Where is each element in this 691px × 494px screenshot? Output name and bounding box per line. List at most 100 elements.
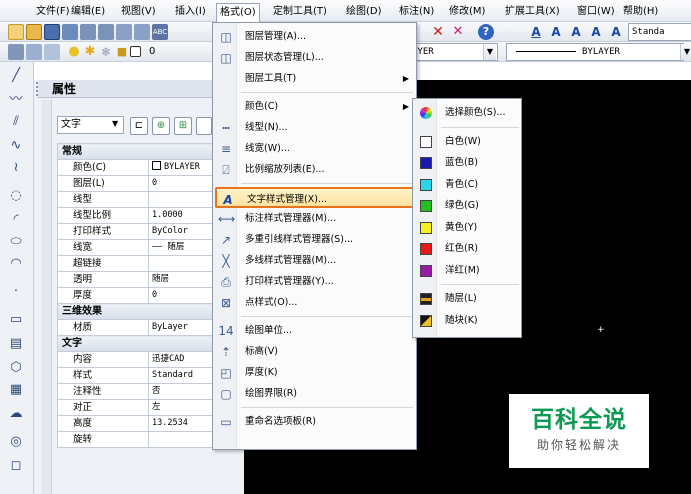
hatch-icon[interactable]: ▤ xyxy=(6,336,26,352)
scale-text-icon[interactable]: A xyxy=(608,24,624,40)
menu-item-7[interactable]: 标注(N) xyxy=(396,4,437,20)
color-item[interactable]: 青色(C) xyxy=(415,174,519,195)
ellipse-icon[interactable]: ⬭ xyxy=(6,234,26,250)
menu-item-linetype[interactable]: ┅ 线型(N)... xyxy=(215,117,415,138)
save-as-icon[interactable] xyxy=(62,24,78,40)
open-folder-icon[interactable] xyxy=(26,24,42,40)
menu-item-plot-style[interactable]: ⎙ 打印样式管理器(Y)... xyxy=(215,271,415,292)
menu-item-11[interactable]: 帮助(H) xyxy=(620,4,661,20)
menu-item-0[interactable]: 文件(F) xyxy=(33,4,73,20)
property-label: 线宽 xyxy=(57,239,149,256)
menu-item-lineweight[interactable]: ≡ 线宽(W)... xyxy=(215,138,415,159)
menu-item-2[interactable]: 视图(V) xyxy=(118,4,159,20)
spellcheck-icon[interactable]: ABC xyxy=(152,24,168,40)
color-item[interactable]: 黄色(Y) xyxy=(415,217,519,238)
plot-icon[interactable] xyxy=(98,24,114,40)
color-item[interactable]: 蓝色(B) xyxy=(415,152,519,173)
menu-item-9[interactable]: 扩展工具(X) xyxy=(502,4,563,20)
property-label: 厚度 xyxy=(57,287,149,304)
menu-item-mline-style[interactable]: ╳ 多线样式管理器(M)... xyxy=(215,250,415,271)
layer-previous-icon[interactable] xyxy=(26,44,42,60)
donut-icon[interactable]: ◎ xyxy=(6,434,26,450)
layer-states-icon[interactable] xyxy=(44,44,60,60)
lock-icon[interactable]: ■ xyxy=(114,44,130,60)
delete-icon[interactable]: ✕ xyxy=(430,24,446,40)
palette-grip[interactable] xyxy=(36,82,42,96)
menu-item-label: 绘图界限(R) xyxy=(245,388,298,399)
erase-icon[interactable]: ✕ xyxy=(450,24,466,40)
point-icon[interactable]: · xyxy=(6,284,26,300)
circle-icon[interactable]: ◌ xyxy=(6,188,26,204)
region-icon[interactable]: ⬡ xyxy=(6,360,26,376)
menu-item-elevation[interactable]: ⇡ 标高(V) xyxy=(215,341,415,362)
menu-item-3[interactable]: 插入(I) xyxy=(172,4,209,20)
menu-item-dim-style[interactable]: ⟷ 标注样式管理器(M)... xyxy=(215,208,415,229)
menu-item-5[interactable]: 定制工具(T) xyxy=(270,4,330,20)
chevron-down-icon[interactable]: ▼ xyxy=(680,44,691,60)
menu-item-6[interactable]: 绘图(D) xyxy=(343,4,385,20)
color-item[interactable]: 选择颜色(S)... xyxy=(415,102,519,123)
arc-icon[interactable]: ◜ xyxy=(6,212,26,228)
object-filter-value: 文字 xyxy=(61,119,81,130)
menu-item-point-style[interactable]: ⊠ 点样式(O)... xyxy=(215,292,415,313)
lineweight-dropdown[interactable]: BYLAYER xyxy=(506,43,684,61)
text-style-dropdown[interactable]: Standa xyxy=(628,23,691,41)
menu-item-submenu[interactable]: 颜色(C) ▶ xyxy=(215,96,415,117)
mline-style-icon: ╳ xyxy=(222,254,230,268)
point-style-icon: ⊠ xyxy=(220,296,232,310)
menu-item-rename[interactable]: ▭ 重命名选项板(R) xyxy=(215,411,415,432)
single-text-icon[interactable]: A xyxy=(548,24,564,40)
xline-icon[interactable]: ⫽ xyxy=(6,114,26,130)
rectangle-icon[interactable]: ▭ xyxy=(6,312,26,328)
menu-item-mleader-style[interactable]: ↗ 多重引线样式管理器(S)... xyxy=(215,229,415,250)
select-objects-icon[interactable]: ⊕ xyxy=(152,117,170,135)
polyline-icon[interactable]: 〰 xyxy=(6,92,26,108)
menu-item-thickness[interactable]: ◰ 厚度(K) xyxy=(215,362,415,383)
lineweight-value: BYLAYER xyxy=(582,47,620,57)
text-tool-icon[interactable]: ◻ xyxy=(6,458,26,474)
menu-item-units[interactable]: 14 绘图单位... xyxy=(215,320,415,341)
menu-item-scale-list[interactable]: ⍁ 比例缩放列表(E)... xyxy=(215,159,415,180)
sun-icon[interactable]: ✱ xyxy=(82,44,98,60)
toggle-pickadd-icon[interactable]: ⊏ xyxy=(130,117,148,135)
color-item[interactable]: 随块(K) xyxy=(415,310,519,331)
line-icon[interactable]: ╱ xyxy=(6,68,26,84)
menu-item-4[interactable]: 格式(O) xyxy=(216,3,260,22)
menu-item-submenu[interactable]: 图层工具(T) ▶ xyxy=(215,68,415,89)
quick-select-icon[interactable]: ⊞ xyxy=(174,117,192,135)
color-item[interactable]: 绿色(G) xyxy=(415,195,519,216)
color-item[interactable]: 随层(L) xyxy=(415,288,519,309)
menu-item-10[interactable]: 窗口(W) xyxy=(574,4,618,20)
print-icon[interactable] xyxy=(80,24,96,40)
color-item[interactable]: 洋红(M) xyxy=(415,260,519,281)
menu-item-limits[interactable]: ▢ 绘图界限(R) xyxy=(215,383,415,404)
cloud-icon[interactable]: ☁ xyxy=(6,406,26,422)
spline-icon[interactable]: ≀ xyxy=(6,160,26,176)
color-item[interactable]: 白色(W) xyxy=(415,131,519,152)
bylayer-icon xyxy=(420,293,432,305)
table-icon[interactable]: ▦ xyxy=(6,382,26,398)
publish-icon[interactable] xyxy=(134,24,150,40)
lineweight-line xyxy=(516,51,576,52)
revcloud-icon[interactable]: ◠ xyxy=(6,256,26,272)
menu-item-layer-state[interactable]: ◫ 图层状态管理(L)... xyxy=(215,47,415,68)
menu-item-8[interactable]: 修改(M) xyxy=(446,4,488,20)
help-icon[interactable]: ? xyxy=(478,24,494,40)
edit-text-icon[interactable]: A xyxy=(568,24,584,40)
lightbulb-icon[interactable]: ● xyxy=(66,44,82,60)
arc-pline-icon[interactable]: ∿ xyxy=(6,138,26,154)
find-text-icon[interactable]: A xyxy=(588,24,604,40)
layer-manager-tb-icon[interactable] xyxy=(8,44,24,60)
menu-item-text-style[interactable]: A 文字样式管理(X)... xyxy=(215,187,415,208)
menu-item-1[interactable]: 编辑(E) xyxy=(68,4,108,20)
menu-item-layer-manager[interactable]: ◫ 图层管理(A)... xyxy=(215,26,415,47)
text-style-tb-icon[interactable]: A xyxy=(528,24,544,40)
save-icon[interactable] xyxy=(44,24,60,40)
chevron-down-icon[interactable]: ▼ xyxy=(483,44,496,60)
freeze-icon[interactable]: ❄ xyxy=(98,44,114,60)
palette-option-icon[interactable] xyxy=(196,117,212,135)
new-file-icon[interactable] xyxy=(8,24,24,40)
color-item[interactable]: 红色(R) xyxy=(415,238,519,259)
color-submenu: 选择颜色(S)... 白色(W) 蓝色(B) 青色(C) 绿色(G) 黄色(Y) 红色(R)… xyxy=(412,98,522,338)
print-preview-icon[interactable] xyxy=(116,24,132,40)
